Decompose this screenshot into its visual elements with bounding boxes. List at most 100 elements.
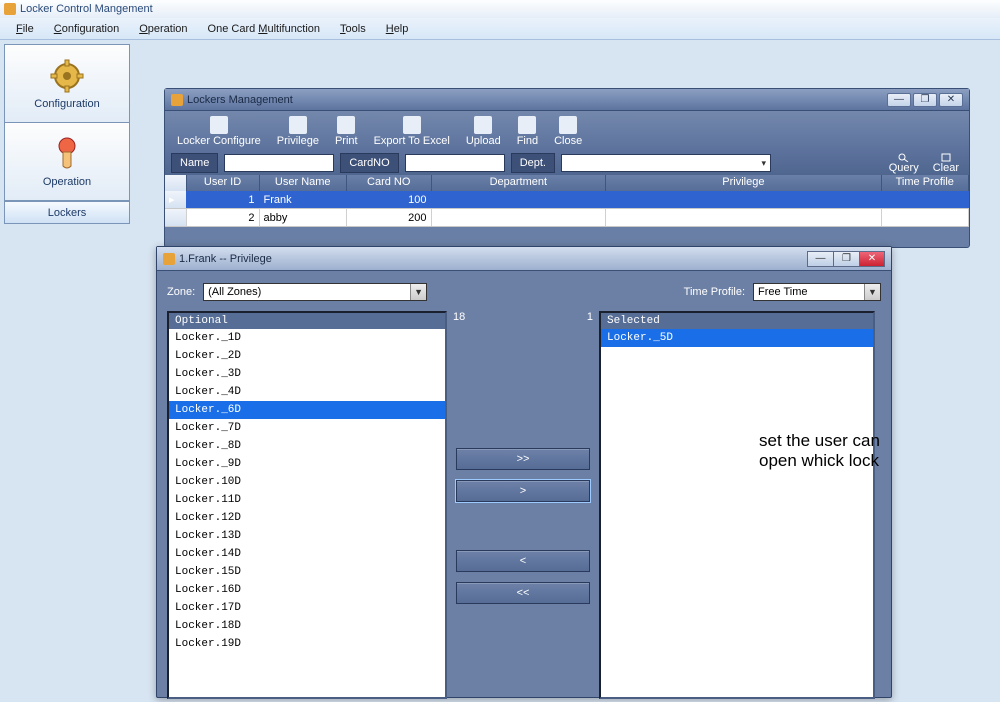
toolbtn-close[interactable]: Close: [546, 114, 590, 149]
optional-item[interactable]: Locker._1D: [169, 329, 445, 347]
privilege-dialog: 1.Frank -- Privilege — ❐ ✕ Zone: (All Zo…: [156, 246, 892, 698]
col-privilege[interactable]: Privilege: [606, 175, 881, 191]
name-label: Name: [171, 153, 218, 173]
optional-listbox[interactable]: Optional Locker._1DLocker._2DLocker._3DL…: [167, 311, 447, 699]
dept-label: Dept.: [511, 153, 555, 173]
optional-item[interactable]: Locker.14D: [169, 545, 445, 563]
toolbtn-print[interactable]: Print: [327, 114, 366, 149]
hand-icon: [49, 136, 85, 172]
optional-item[interactable]: Locker._8D: [169, 437, 445, 455]
move-all-right-button[interactable]: >>: [456, 448, 590, 470]
dialog-close-button[interactable]: ✕: [859, 251, 885, 267]
col-user-name[interactable]: User Name: [260, 175, 347, 191]
optional-item[interactable]: Locker.18D: [169, 617, 445, 635]
transfer-controls: 18 1 >> > < <<: [447, 311, 599, 699]
optional-item[interactable]: Locker._4D: [169, 383, 445, 401]
lockers-management-titlebar: Lockers Management — ❐ ✕: [165, 89, 969, 111]
user-grid: User ID User Name Card NO Department Pri…: [165, 175, 969, 227]
menu-operation[interactable]: Operation: [131, 21, 195, 37]
dialog-minimize-button[interactable]: —: [807, 251, 833, 267]
sidebar-lockers-label: Lockers: [48, 207, 87, 219]
toolbtn-upload[interactable]: Upload: [458, 114, 509, 149]
zone-label: Zone:: [167, 286, 195, 298]
optional-item[interactable]: Locker.16D: [169, 581, 445, 599]
gear-icon: [49, 58, 85, 94]
annotation-text: set the user can open whick lock: [759, 431, 891, 471]
menu-help[interactable]: Help: [378, 21, 417, 37]
col-user-id[interactable]: User ID: [187, 175, 260, 191]
find-icon: [518, 116, 536, 134]
dialog-icon: [163, 253, 175, 265]
menu-file[interactable]: File: [8, 21, 42, 37]
dept-combo[interactable]: [561, 154, 771, 172]
optional-item[interactable]: Locker._3D: [169, 365, 445, 383]
app-icon: [4, 3, 16, 15]
zone-combo[interactable]: (All Zones)▼: [203, 283, 427, 301]
cardno-input[interactable]: [405, 154, 505, 172]
upload-icon: [474, 116, 492, 134]
app-title: Locker Control Mangement: [20, 3, 153, 15]
optional-item[interactable]: Locker.15D: [169, 563, 445, 581]
move-right-button[interactable]: >: [456, 480, 590, 502]
magnifier-icon: [897, 152, 911, 162]
selected-item[interactable]: Locker._5D: [601, 329, 873, 347]
toolbar: Locker ConfigurePrivilegePrintExport To …: [165, 111, 969, 151]
privilege-icon: [289, 116, 307, 134]
toolbtn-privilege[interactable]: Privilege: [269, 114, 327, 149]
chevron-down-icon: ▼: [410, 284, 426, 300]
export-excel-icon: [403, 116, 421, 134]
optional-item[interactable]: Locker._6D: [169, 401, 445, 419]
toolbtn-find[interactable]: Find: [509, 114, 546, 149]
sidebar-operation[interactable]: Operation: [5, 123, 129, 201]
toolbtn-locker-configure[interactable]: Locker Configure: [169, 114, 269, 149]
toolbtn-export-excel[interactable]: Export To Excel: [366, 114, 458, 149]
optional-item[interactable]: Locker._2D: [169, 347, 445, 365]
selected-count: 1: [587, 311, 593, 323]
move-left-button[interactable]: <: [456, 550, 590, 572]
query-button[interactable]: Query: [885, 152, 923, 174]
search-bar: Name CardNO Dept. Query Clear: [165, 151, 969, 175]
optional-item[interactable]: Locker._9D: [169, 455, 445, 473]
optional-item[interactable]: Locker.17D: [169, 599, 445, 617]
table-row[interactable]: ▸1Frank100: [165, 191, 969, 209]
time-profile-combo[interactable]: Free Time▼: [753, 283, 881, 301]
optional-item[interactable]: Locker.19D: [169, 635, 445, 653]
close-button[interactable]: ✕: [939, 93, 963, 107]
table-row[interactable]: 2abby200: [165, 209, 969, 227]
clear-button[interactable]: Clear: [929, 152, 963, 174]
selected-listbox[interactable]: Selected Locker._5D: [599, 311, 875, 699]
privilege-dialog-titlebar: 1.Frank -- Privilege — ❐ ✕: [157, 247, 891, 271]
sidebar: Configuration Operation Lockers: [4, 44, 130, 224]
privilege-dialog-title: 1.Frank -- Privilege: [179, 253, 272, 265]
maximize-button[interactable]: ❐: [913, 93, 937, 107]
col-department[interactable]: Department: [432, 175, 607, 191]
locker-configure-icon: [210, 116, 228, 134]
col-card-no[interactable]: Card NO: [347, 175, 432, 191]
optional-header: Optional: [169, 313, 445, 329]
optional-item[interactable]: Locker.12D: [169, 509, 445, 527]
print-icon: [337, 116, 355, 134]
optional-item[interactable]: Locker.13D: [169, 527, 445, 545]
dialog-maximize-button[interactable]: ❐: [833, 251, 859, 267]
minimize-button[interactable]: —: [887, 93, 911, 107]
time-profile-label: Time Profile:: [684, 286, 745, 298]
sidebar-configuration[interactable]: Configuration: [5, 45, 129, 123]
name-input[interactable]: [224, 154, 334, 172]
chevron-down-icon: ▼: [864, 284, 880, 300]
move-all-left-button[interactable]: <<: [456, 582, 590, 604]
sidebar-configuration-label: Configuration: [34, 98, 99, 110]
menubar: File Configuration Operation One Card Mu…: [0, 18, 1000, 40]
sidebar-operation-label: Operation: [43, 176, 91, 188]
optional-item[interactable]: Locker.10D: [169, 473, 445, 491]
optional-item[interactable]: Locker._7D: [169, 419, 445, 437]
optional-item[interactable]: Locker.11D: [169, 491, 445, 509]
main-titlebar: Locker Control Mangement: [0, 0, 1000, 18]
menu-onecard[interactable]: One Card Multifunction: [200, 21, 329, 37]
menu-configuration[interactable]: Configuration: [46, 21, 127, 37]
close-icon: [559, 116, 577, 134]
menu-tools[interactable]: Tools: [332, 21, 374, 37]
sidebar-lockers[interactable]: Lockers: [5, 201, 129, 223]
col-time-profile[interactable]: Time Profile: [882, 175, 969, 191]
trash-icon: [939, 152, 953, 162]
lockers-management-title: Lockers Management: [187, 94, 293, 106]
